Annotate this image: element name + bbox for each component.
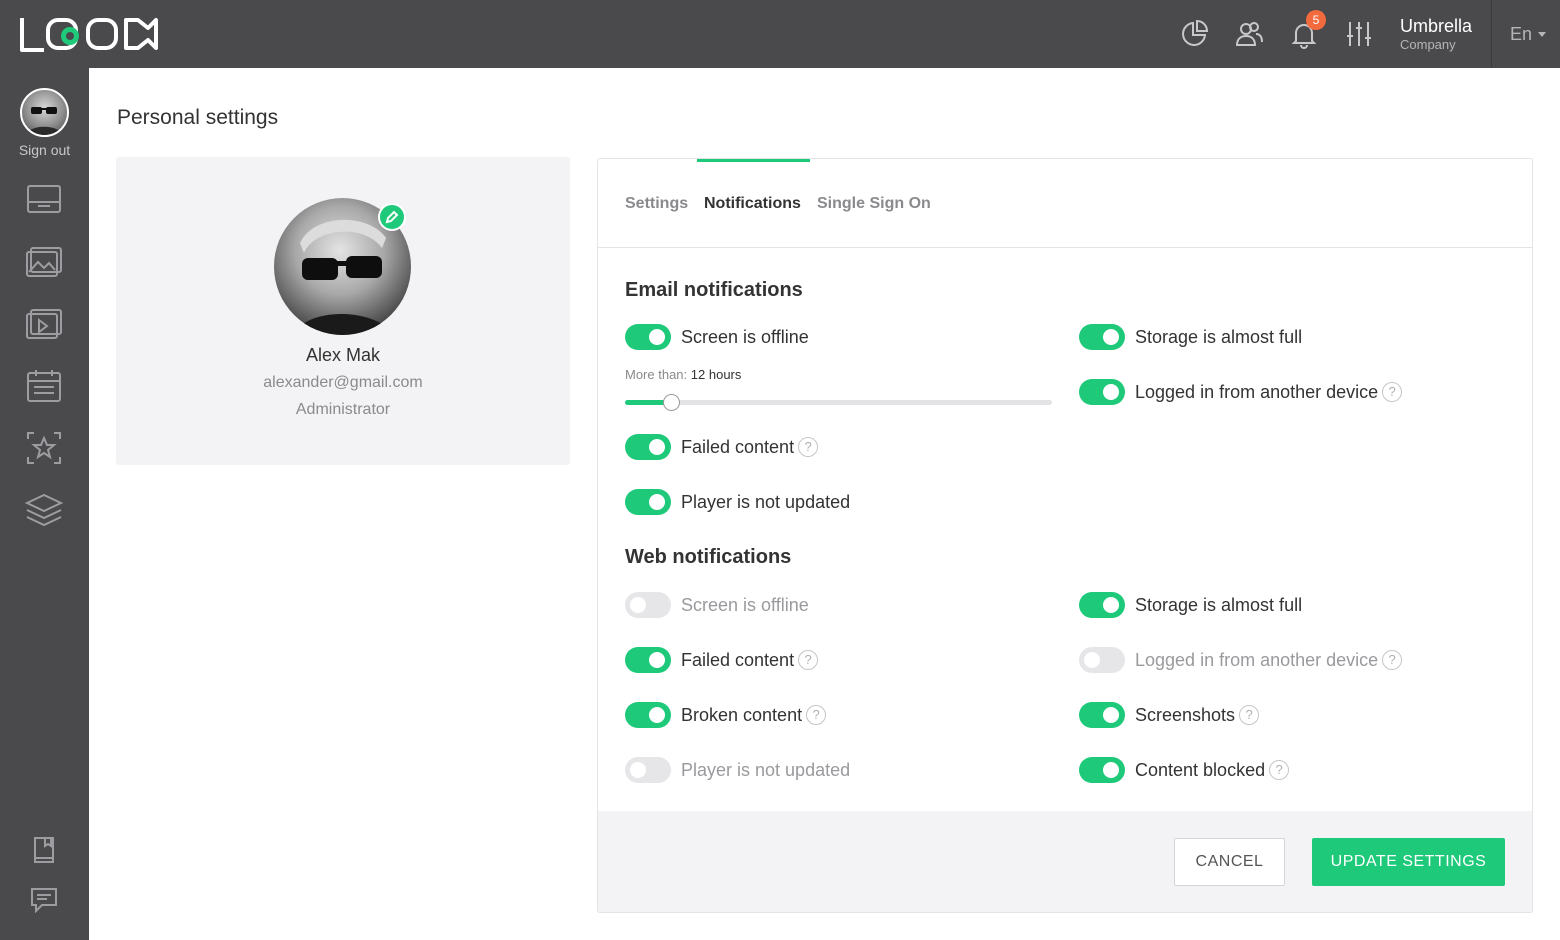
company-name: Umbrella <box>1400 16 1473 36</box>
email-player-not-updated-row: Player is not updated <box>625 489 850 515</box>
toggle-label: Content blocked <box>1135 759 1266 780</box>
email-logged-in-toggle[interactable] <box>1079 379 1125 405</box>
divider <box>1491 0 1492 68</box>
email-failed-content-toggle[interactable] <box>625 434 671 460</box>
help-icon[interactable]: ? <box>806 705 827 725</box>
toggle-label: Storage is almost full <box>1135 326 1303 347</box>
cancel-button[interactable]: CANCEL <box>1174 838 1285 886</box>
help-icon[interactable]: ? <box>1269 760 1290 780</box>
toggle-label: Screen is offline <box>681 594 809 615</box>
web-storage-full-row: Storage is almost full <box>1079 592 1302 618</box>
sidebar: Sign out <box>0 68 89 940</box>
schedule-icon[interactable] <box>24 368 64 404</box>
toggle-label: Failed content <box>681 436 795 457</box>
edit-avatar-button[interactable] <box>378 203 406 231</box>
web-notifications-title: Web notifications <box>625 546 792 568</box>
web-screenshots-toggle[interactable] <box>1079 702 1125 728</box>
users-icon[interactable] <box>1233 18 1265 50</box>
web-screenshots-row: Screenshots ? <box>1079 702 1260 728</box>
profile-email: alexander@gmail.com <box>263 374 423 391</box>
analytics-icon[interactable] <box>1178 18 1210 50</box>
web-content-blocked-toggle[interactable] <box>1079 757 1125 783</box>
screens-icon[interactable] <box>24 182 64 218</box>
sliders-icon[interactable] <box>1343 18 1375 50</box>
tab-single-sign-on[interactable]: Single Sign On <box>817 195 931 213</box>
more-than-label: More than: <box>625 367 688 382</box>
email-storage-full-toggle[interactable] <box>1079 324 1125 350</box>
email-failed-content-row: Failed content ? <box>625 434 819 460</box>
help-icon[interactable]: ? <box>1382 650 1403 670</box>
toggle-label: Broken content <box>681 704 803 725</box>
profile-role: Administrator <box>295 401 391 418</box>
web-broken-content-row: Broken content ? <box>625 702 827 728</box>
company-switcher[interactable]: Umbrella Company <box>1400 16 1472 54</box>
web-screen-offline-toggle[interactable] <box>625 592 671 618</box>
chat-icon[interactable] <box>24 882 64 918</box>
web-storage-full-toggle[interactable] <box>1079 592 1125 618</box>
toggle-label: Screen is offline <box>681 326 809 347</box>
images-icon[interactable] <box>24 244 64 280</box>
language-value: En <box>1510 24 1533 44</box>
pencil-icon <box>385 210 399 224</box>
chevron-down-icon <box>1538 32 1547 37</box>
toggle-label: Logged in from another device <box>1135 381 1379 402</box>
web-player-not-updated-row: Player is not updated <box>625 757 850 783</box>
help-icon[interactable]: ? <box>1382 382 1403 402</box>
notification-count-badge: 5 <box>1306 10 1326 30</box>
toggle-label: Player is not updated <box>681 491 851 512</box>
page-title: Personal settings <box>117 106 279 129</box>
web-logged-in-toggle[interactable] <box>1079 647 1125 673</box>
sign-out-link[interactable]: Sign out <box>0 142 89 158</box>
web-failed-content-row: Failed content ? <box>625 647 819 673</box>
web-content-blocked-row: Content blocked ? <box>1079 757 1290 783</box>
featured-icon[interactable] <box>24 430 64 466</box>
update-settings-button[interactable]: UPDATE SETTINGS <box>1312 838 1505 886</box>
help-icon[interactable]: ? <box>798 650 819 670</box>
help-icon[interactable]: ? <box>798 437 819 457</box>
web-broken-content-toggle[interactable] <box>625 702 671 728</box>
avatar[interactable] <box>20 88 69 137</box>
language-select[interactable]: En <box>1510 24 1547 45</box>
company-label: Company <box>1400 37 1456 52</box>
toggle-label: Logged in from another device <box>1135 649 1379 670</box>
layers-icon[interactable] <box>24 492 64 528</box>
more-than-value: 12 hours <box>690 367 742 382</box>
email-screen-offline-toggle[interactable] <box>625 324 671 350</box>
tab-notifications[interactable]: Notifications <box>704 195 801 213</box>
look-logo[interactable] <box>18 14 158 54</box>
settings-panel: Settings Notifications Single Sign On Em… <box>597 158 1533 913</box>
help-icon[interactable]: ? <box>1239 705 1260 725</box>
offline-threshold-label: More than: 12 hours <box>625 367 741 382</box>
web-screen-offline-row: Screen is offline <box>625 592 809 618</box>
top-bar: 5 Umbrella Company En <box>0 0 1560 68</box>
book-icon[interactable] <box>24 832 64 868</box>
email-logged-in-row: Logged in from another device ? <box>1079 379 1403 405</box>
web-player-not-updated-toggle[interactable] <box>625 757 671 783</box>
web-failed-content-toggle[interactable] <box>625 647 671 673</box>
toggle-label: Player is not updated <box>681 759 851 780</box>
offline-threshold-slider[interactable] <box>625 394 1052 411</box>
profile-name: Alex Mak <box>305 345 381 365</box>
email-storage-full-row: Storage is almost full <box>1079 324 1302 350</box>
email-player-not-updated-toggle[interactable] <box>625 489 671 515</box>
panel-footer: CANCEL UPDATE SETTINGS <box>598 811 1532 912</box>
toggle-label: Storage is almost full <box>1135 594 1303 615</box>
web-logged-in-row: Logged in from another device ? <box>1079 647 1403 673</box>
toggle-label: Failed content <box>681 649 795 670</box>
toggle-label: Screenshots <box>1135 704 1236 725</box>
tab-settings[interactable]: Settings <box>625 195 688 213</box>
email-screen-offline-row: Screen is offline <box>625 324 809 350</box>
active-tab-indicator <box>697 159 810 162</box>
bell-icon[interactable]: 5 <box>1288 10 1326 50</box>
playlists-icon[interactable] <box>24 306 64 342</box>
email-notifications-title: Email notifications <box>625 279 803 301</box>
tab-bar: Settings Notifications Single Sign On <box>598 159 1532 248</box>
slider-handle[interactable] <box>662 394 680 411</box>
profile-card: Alex Mak alexander@gmail.com Administrat… <box>116 157 570 465</box>
